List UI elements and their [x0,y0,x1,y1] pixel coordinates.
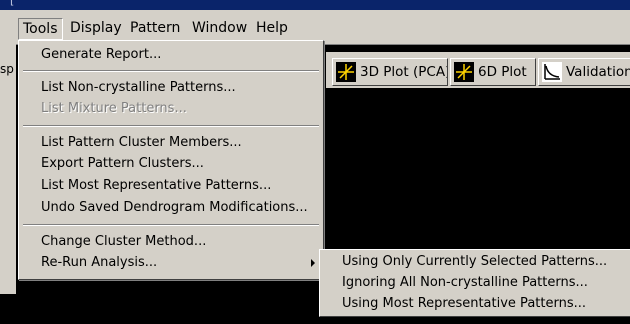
rerun-analysis-label: Re-Run Analysis... [41,255,158,270]
menu-item-list-cluster-members[interactable]: List Pattern Cluster Members... [19,132,323,154]
menu-item-undo-dendrogram[interactable]: Undo Saved Dendrogram Modifications... [19,197,323,219]
menu-item-list-most-representative[interactable]: List Most Representative Patterns... [19,175,323,197]
menu-item-list-mixture: List Mixture Patterns... [41,101,187,116]
plot-toolbar: 3D Plot (PCA) 6D Plot Validation [326,52,630,88]
axes-plot-icon [336,62,356,82]
menu-item-generate-report[interactable]: Generate Report... [19,44,323,66]
menu-separator [23,125,319,127]
submenu-arrow-icon [311,259,315,267]
6d-plot-label: 6D Plot [478,64,527,80]
menu-pattern[interactable]: Pattern [126,18,184,38]
3d-plot-pca-button[interactable]: 3D Plot (PCA) [332,58,448,86]
submenu-item-most-representative[interactable]: Using Most Representative Patterns... [320,293,630,315]
submenu-item-selected-patterns[interactable]: Using Only Currently Selected Patterns..… [320,251,630,273]
menu-window[interactable]: Window [188,18,251,38]
rerun-submenu: Using Only Currently Selected Patterns..… [319,249,630,317]
title-bar: [ [0,0,630,10]
stub-text: sp [0,62,14,76]
menu-item-change-cluster-method[interactable]: Change Cluster Method... [19,231,323,253]
menu-item-rerun-analysis[interactable]: Re-Run Analysis... [19,252,323,274]
6d-plot-button[interactable]: 6D Plot [450,58,536,86]
menu-item-export-clusters[interactable]: Export Pattern Clusters... [19,153,323,175]
menu-separator [23,70,319,72]
title-text: [ [10,0,15,7]
menu-separator [23,224,319,226]
decay-curve-icon [542,62,562,82]
axes-plot-icon [454,62,474,82]
menu-tools[interactable]: Tools [18,18,63,40]
tools-menu: Generate Report... List Non-crystalline … [18,40,324,280]
validation-button[interactable]: Validation [538,58,630,86]
3d-plot-pca-label: 3D Plot (PCA) [360,64,448,80]
menu-display[interactable]: Display [66,18,126,38]
submenu-item-ignore-non-crystalline[interactable]: Ignoring All Non-crystalline Patterns... [320,272,630,294]
menu-item-list-non-crystalline[interactable]: List Non-crystalline Patterns... [19,77,323,99]
validation-label: Validation [566,64,630,80]
menu-help[interactable]: Help [252,18,292,38]
hidden-toolbar-stub: sp [0,44,16,294]
